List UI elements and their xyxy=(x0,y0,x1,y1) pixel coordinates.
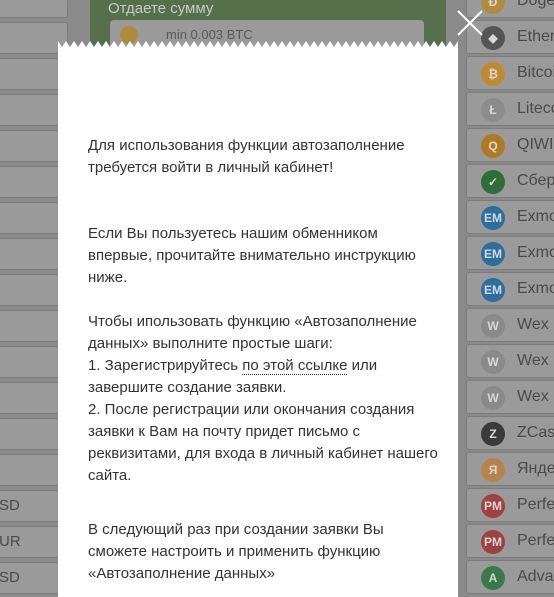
step-1-text: 1. Зарегистрируйтесь xyxy=(88,357,243,374)
currency-button[interactable]: Ł Liteco xyxy=(466,92,554,126)
step-1: 1. Зарегистрируйтесь по этой ссылке или … xyxy=(88,355,438,399)
currency-button-label: Bitcoi xyxy=(517,64,554,81)
currency-button[interactable]: Z ZCas xyxy=(466,416,554,450)
currency-button-label: Янде xyxy=(517,460,554,477)
currency-button[interactable]: PM Perfe xyxy=(466,488,554,522)
currency-button[interactable]: ✓ Сбер xyxy=(466,164,554,198)
currency-button-label: Сбер xyxy=(517,172,554,189)
instructions-text: Чтобы ипользовать функцию «Автозаполнени… xyxy=(88,311,438,487)
instructions-intro: Чтобы ипользовать функцию «Автозаполнени… xyxy=(88,313,417,352)
currency-button-label: Perfe xyxy=(517,532,554,549)
currency-button-label: QIWI xyxy=(517,136,554,153)
currency-button-label: Perfe xyxy=(517,496,554,513)
currency-button-label: ZCas xyxy=(517,424,554,441)
exmo-icon: EM xyxy=(481,206,505,230)
litecoin-icon: Ł xyxy=(481,98,505,122)
currency-button[interactable]: Я Янде xyxy=(466,452,554,486)
close-button[interactable] xyxy=(455,8,485,38)
wex-icon: W xyxy=(481,314,505,338)
wex-icon: W xyxy=(481,350,505,374)
step-2: 2. После регистрации или окончания созда… xyxy=(88,401,438,484)
currency-button-label: SD xyxy=(0,497,20,514)
currency-button[interactable]: ₿ Bitcoi xyxy=(466,56,554,90)
login-required-text: Для использования функции автозаполнение… xyxy=(88,135,438,179)
currency-button-label: Wex xyxy=(517,388,549,405)
wex-icon: W xyxy=(481,386,505,410)
currency-button-label: SD xyxy=(0,569,20,586)
exmo-icon: EM xyxy=(481,242,505,266)
currency-button-label: Doge xyxy=(517,0,554,9)
zcash-icon: Z xyxy=(481,422,505,446)
perfect-money-icon: PM xyxy=(481,530,505,554)
right-currency-list: ÐDoge◆Ether₿BitcoiŁLitecoQQIWI✓СберEMExm… xyxy=(466,0,554,597)
currency-button-label: Adva xyxy=(517,568,554,585)
currency-button[interactable]: EM Exmo xyxy=(466,236,554,270)
currency-button[interactable]: W Wex xyxy=(466,344,554,378)
register-link[interactable]: по этой ссылке xyxy=(242,357,348,375)
close-icon xyxy=(457,10,483,36)
currency-button[interactable]: W Wex xyxy=(466,308,554,342)
qiwi-icon: Q xyxy=(481,134,505,158)
advcash-icon: A xyxy=(481,566,505,590)
exmo-icon: EM xyxy=(481,278,505,302)
currency-button[interactable]: PM Perfe xyxy=(466,524,554,558)
currency-button-label: Exmo xyxy=(517,244,554,261)
currency-button-label: UR xyxy=(0,533,21,550)
next-time-text: В следующий раз при создании заявки Вы с… xyxy=(88,519,438,585)
page: SD UR SD Отдаете сумму min 0.003 BTC Ð Doge… xyxy=(0,0,554,597)
first-time-paragraph: Если Вы пользуетесь нашим обменником впе… xyxy=(88,225,416,286)
currency-button-label: Wex xyxy=(517,316,549,333)
currency-button-label: Wex xyxy=(517,352,549,369)
yandex-money-icon: Я xyxy=(481,458,505,482)
perfect-money-icon: PM xyxy=(481,494,505,518)
currency-button-label: Liteco xyxy=(517,100,554,117)
sberbank-icon: ✓ xyxy=(481,170,505,194)
currency-button-label: Exmo xyxy=(517,208,554,225)
currency-button[interactable]: EM Exmo xyxy=(466,200,554,234)
give-amount-label: Отдаете сумму xyxy=(108,0,214,17)
autofill-info-modal: Для использования функции автозаполнение… xyxy=(58,47,458,597)
next-time-paragraph: В следующий раз при создании заявки Вы с… xyxy=(88,521,384,582)
first-time-text: Если Вы пользуетесь нашим обменником впе… xyxy=(88,223,438,289)
currency-button[interactable]: A Adva xyxy=(466,560,554,594)
currency-button-label: Ether xyxy=(517,28,554,45)
login-required-paragraph: Для использования функции автозаполнение… xyxy=(88,137,405,176)
bitcoin-icon: ₿ xyxy=(481,62,505,86)
currency-button[interactable]: W Wex xyxy=(466,380,554,414)
currency-button-label: Exmo xyxy=(517,280,554,297)
currency-button[interactable] xyxy=(0,0,68,18)
currency-button[interactable]: Q QIWI xyxy=(466,128,554,162)
currency-button[interactable]: EM Exmo xyxy=(466,272,554,306)
